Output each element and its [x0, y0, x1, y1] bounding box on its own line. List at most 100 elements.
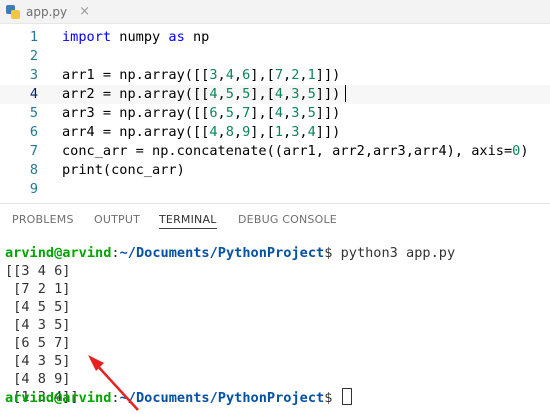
code-token: ]]) — [315, 124, 341, 140]
panel-tab-strip: PROBLEMS OUTPUT TERMINAL DEBUG CONSOLE — [0, 204, 550, 234]
code-token: , — [283, 67, 292, 83]
code-token: 6 — [209, 105, 218, 121]
code-line[interactable]: 8 print(conc_arr) — [0, 161, 550, 180]
line-number: 8 — [29, 162, 38, 178]
code-token: 4 — [209, 124, 218, 140]
prompt-path: ~/Documents/PythonProject — [119, 245, 325, 261]
code-token: , — [283, 105, 292, 121]
code-token: 4 — [307, 124, 316, 140]
code-token: , — [299, 67, 308, 83]
code-token: , — [217, 86, 226, 102]
code-line[interactable]: 5 arr3 = np.array([[6,5,7],[4,3,5]]) — [0, 104, 550, 123]
code-text: print(conc_arr) — [62, 161, 185, 180]
code-token: as — [168, 29, 185, 45]
code-token: ) — [520, 143, 529, 159]
editor-tab-bar: app.py × — [0, 0, 550, 24]
code-line[interactable]: 9 — [0, 180, 550, 199]
output-line: [4 5 5] — [5, 299, 71, 315]
output-line: [4 3 5] — [5, 317, 71, 333]
editor-tab-app-py[interactable]: app.py × — [0, 0, 108, 23]
tab-filename: app.py — [26, 4, 68, 19]
code-token: 4 — [209, 86, 218, 102]
code-token: 1 — [307, 67, 316, 83]
code-text: import numpy as np — [62, 28, 209, 47]
code-token: arr4 = np.array([[ — [62, 124, 210, 140]
prompt-path: ~/Documents/PythonProject — [119, 390, 325, 406]
code-token: , — [283, 124, 292, 140]
line-number: 2 — [29, 48, 38, 64]
terminal-cursor[interactable] — [341, 388, 352, 405]
code-text: arr4 = np.array([[4,8,9],[1,3,4]]) — [62, 123, 340, 142]
active-tab-indicator — [159, 228, 217, 229]
code-token: numpy — [111, 29, 169, 45]
code-token: arr3 = np.array([[ — [62, 105, 210, 121]
code-token: , — [217, 105, 226, 121]
code-line[interactable]: 4 arr2 = np.array([[4,5,5],[4,3,5]]) — [0, 85, 550, 104]
close-tab-icon[interactable]: × — [79, 4, 90, 19]
code-token: , — [217, 124, 226, 140]
terminal-command-line: arvind@arvind:~/Documents/PythonProject$… — [5, 244, 455, 262]
line-number: 3 — [29, 67, 38, 83]
code-token: , — [233, 86, 243, 102]
code-token: arr1 = np.array([[ — [62, 67, 210, 83]
code-token: 3 — [209, 67, 218, 83]
code-token: 8 — [225, 124, 234, 140]
code-token: 4 — [274, 105, 284, 121]
prompt-separator: : — [111, 390, 120, 406]
code-token: ]]) — [315, 67, 341, 83]
code-token: , — [283, 86, 292, 102]
code-token: 7 — [274, 67, 284, 83]
output-line: [4 3 5] — [5, 353, 71, 369]
terminal-command: python3 app.py — [332, 245, 456, 261]
terminal-prompt-line-current: arvind@arvind:~/Documents/PythonProject$ — [5, 388, 352, 406]
line-number: 5 — [29, 105, 38, 121]
prompt-separator: : — [111, 245, 120, 261]
code-token: print(conc_arr) — [62, 162, 185, 178]
text-cursor — [345, 85, 346, 102]
code-text: conc_arr = np.concatenate((arr1, arr2,ar… — [62, 142, 529, 161]
line-number: 4 — [29, 86, 38, 102]
code-line[interactable]: 2 — [0, 47, 550, 66]
code-token: , — [233, 67, 243, 83]
tab-terminal[interactable]: TERMINAL — [159, 213, 217, 226]
code-token: ]]) — [315, 105, 341, 121]
line-number: 6 — [29, 124, 38, 140]
line-number: 7 — [29, 143, 38, 159]
code-token: 5 — [225, 105, 234, 121]
code-token: 4 — [274, 86, 284, 102]
python-file-icon — [6, 4, 20, 19]
output-line: [7 2 1] — [5, 281, 71, 297]
code-line[interactable]: 1 import numpy as np — [0, 28, 550, 47]
code-text: arr2 = np.array([[4,5,5],[4,3,5]]) — [62, 85, 340, 104]
tab-debug-console[interactable]: DEBUG CONSOLE — [238, 213, 337, 226]
code-token: ]]) — [315, 86, 341, 102]
code-text: arr3 = np.array([[6,5,7],[4,3,5]]) — [62, 104, 340, 123]
output-line: [4 8 9] — [5, 371, 71, 387]
code-token: 5 — [307, 86, 316, 102]
code-line[interactable]: 7 conc_arr = np.concatenate((arr1, arr2,a… — [0, 142, 550, 161]
tab-problems[interactable]: PROBLEMS — [12, 213, 74, 226]
line-number: 9 — [29, 181, 38, 197]
output-line: [6 5 7] — [5, 335, 71, 351]
code-token: , — [233, 124, 243, 140]
code-token: , — [233, 105, 243, 121]
code-token: , — [217, 67, 226, 83]
prompt-symbol: $ — [324, 390, 333, 406]
code-token: 4 — [225, 67, 234, 83]
code-token: , — [299, 86, 308, 102]
code-editor[interactable]: 1 import numpy as np 2 3 arr1 = np.array([[3… — [0, 28, 550, 208]
code-token: 5 — [307, 105, 316, 121]
code-token: arr2 = np.array([[ — [62, 86, 210, 102]
code-token: ],[ — [250, 86, 275, 102]
code-line[interactable]: 3 arr1 = np.array([[3,4,6],[7,2,1]]) — [0, 66, 550, 85]
code-line[interactable]: 6 arr4 = np.array([[4,8,9],[1,3,4]]) — [0, 123, 550, 142]
code-token: , — [299, 105, 308, 121]
tab-output[interactable]: OUTPUT — [94, 213, 140, 226]
code-token: 5 — [225, 86, 234, 102]
code-token: import — [62, 29, 112, 45]
code-token: ],[ — [250, 124, 275, 140]
code-text: arr1 = np.array([[3,4,6],[7,2,1]]) — [62, 66, 340, 85]
code-token: , — [299, 124, 308, 140]
output-line: [[3 4 6] — [5, 263, 71, 279]
prompt-user: arvind@arvind — [5, 245, 112, 261]
